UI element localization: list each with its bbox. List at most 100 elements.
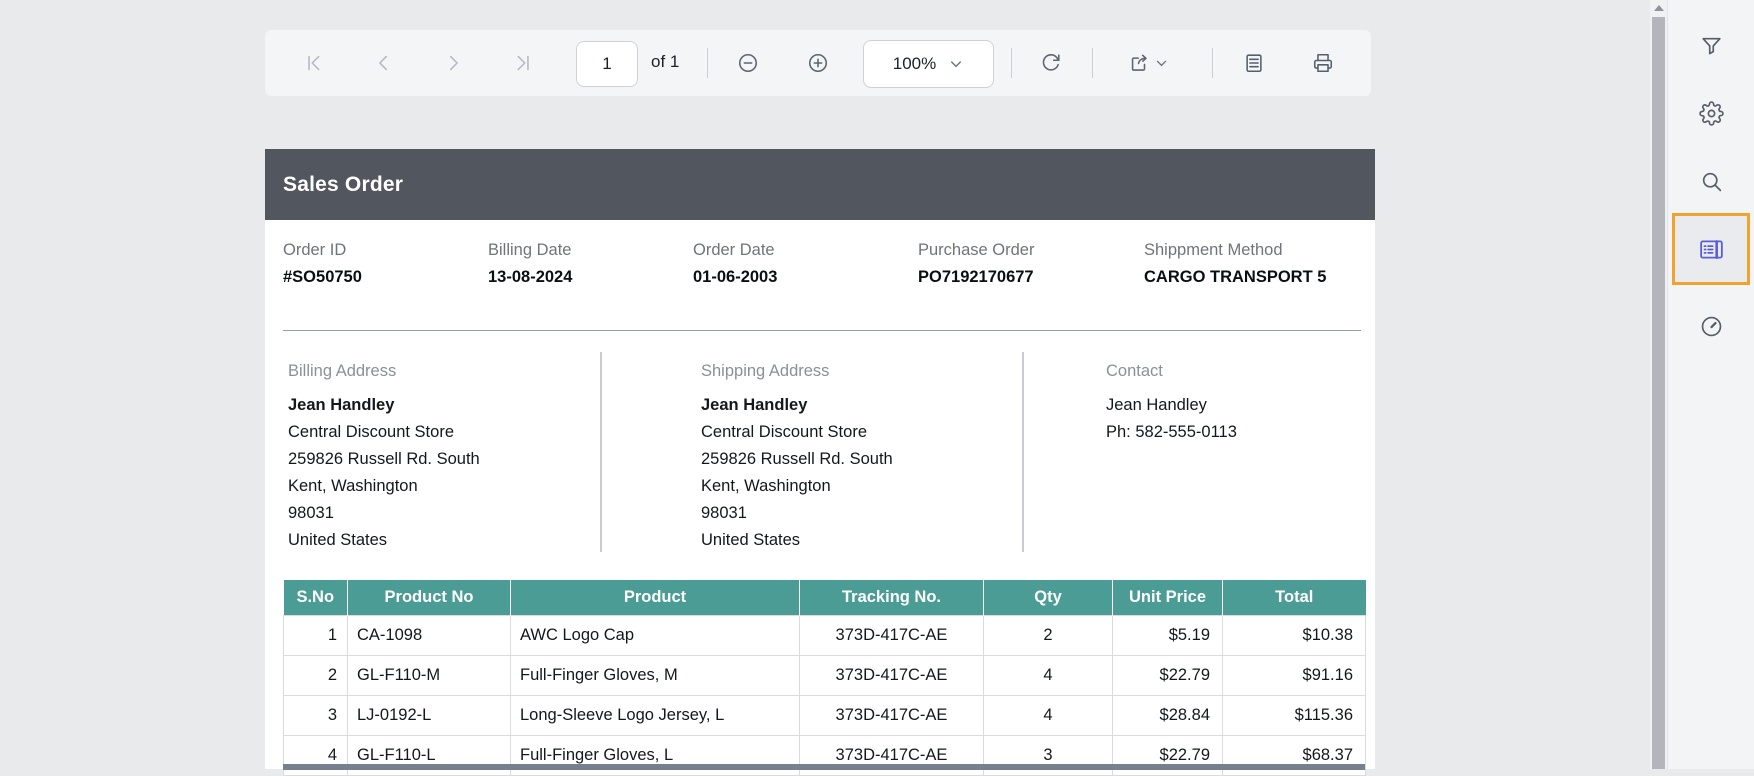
billing-address-line: 259826 Russell Rd. South: [288, 446, 480, 473]
purchase-order-value: PO7192170677: [918, 268, 1144, 287]
order-id-label: Order ID: [283, 241, 488, 260]
cell-qty: 4: [984, 696, 1113, 736]
billing-address-line: Central Discount Store: [288, 419, 480, 446]
contact-block: Contact Jean Handley Ph: 582-555-0113: [1106, 358, 1237, 446]
cell-tracking: 373D-417C-AE: [800, 616, 984, 656]
export-button[interactable]: [1128, 52, 1150, 74]
search-icon: [1699, 169, 1724, 194]
shipment-method-field: Shippment Method CARGO TRANSPORT 5: [1144, 241, 1326, 287]
page-number-input[interactable]: [576, 41, 638, 87]
toolbar-divider: [1092, 48, 1093, 78]
cell-product: Long-Sleeve Logo Jersey, L: [511, 696, 800, 736]
refresh-button[interactable]: [1040, 52, 1062, 74]
cell-product-no: LJ-0192-L: [348, 696, 511, 736]
col-header-unit-price: Unit Price: [1113, 580, 1223, 616]
cell-total: $115.36: [1223, 696, 1366, 736]
col-header-tracking: Tracking No.: [800, 580, 984, 616]
cell-unit-price: $5.19: [1113, 616, 1223, 656]
report-title: Sales Order: [283, 173, 403, 197]
address-divider: [1022, 352, 1024, 552]
print-button[interactable]: [1312, 52, 1334, 74]
zoom-out-icon: [737, 52, 759, 74]
billing-address-block: Billing Address Jean Handley Central Dis…: [288, 358, 480, 554]
scroll-up-button[interactable]: [1650, 0, 1667, 16]
cell-product-no: GL-F110-M: [348, 656, 511, 696]
cell-tracking: 373D-417C-AE: [800, 696, 984, 736]
toolbar-divider: [1212, 48, 1213, 78]
gear-icon: [1699, 101, 1724, 126]
order-info-row: Order ID #SO50750 Billing Date 13-08-202…: [283, 241, 1326, 287]
contact-name: Jean Handley: [1106, 392, 1237, 419]
section-divider: [283, 330, 1361, 331]
sidebar-item-settings[interactable]: [1668, 101, 1754, 126]
sidebar-item-search[interactable]: [1668, 169, 1754, 194]
sidebar-item-parameters-active[interactable]: [1672, 213, 1750, 285]
shipping-address-block: Shipping Address Jean Handley Central Di…: [701, 358, 893, 554]
first-page-button[interactable]: [304, 52, 326, 74]
zoom-in-icon: [807, 52, 829, 74]
right-sidebar: [1667, 0, 1754, 769]
billing-date-label: Billing Date: [488, 241, 693, 260]
previous-page-icon: [373, 52, 395, 74]
cell-unit-price: $22.79: [1113, 656, 1223, 696]
cell-tracking: 373D-417C-AE: [800, 656, 984, 696]
order-id-field: Order ID #SO50750: [283, 241, 488, 287]
purchase-order-field: Purchase Order PO7192170677: [918, 241, 1144, 287]
col-header-sno: S.No: [284, 580, 348, 616]
cell-product: AWC Logo Cap: [511, 616, 800, 656]
address-section: Billing Address Jean Handley Central Dis…: [265, 344, 1375, 564]
shipping-address-line: 259826 Russell Rd. South: [701, 446, 893, 473]
col-header-total: Total: [1223, 580, 1366, 616]
next-row-clipped: [283, 764, 1365, 770]
contact-phone: Ph: 582-555-0113: [1106, 419, 1237, 446]
next-page-button[interactable]: [442, 52, 464, 74]
parameters-panel-icon: [1698, 236, 1725, 263]
page-count-label: of 1: [651, 52, 679, 72]
cell-total: $10.38: [1223, 616, 1366, 656]
up-arrow-icon: [1654, 5, 1664, 11]
filter-icon: [1699, 34, 1724, 59]
line-items-table: S.No Product No Product Tracking No. Qty…: [283, 580, 1366, 776]
shipment-method-value: CARGO TRANSPORT 5: [1144, 268, 1326, 287]
billing-address-line: Kent, Washington: [288, 473, 480, 500]
billing-date-field: Billing Date 13-08-2024: [488, 241, 693, 287]
table-row: 1 CA-1098 AWC Logo Cap 373D-417C-AE 2 $5…: [284, 616, 1366, 656]
sidebar-item-filter[interactable]: [1668, 34, 1754, 59]
export-icon: [1128, 52, 1150, 74]
zoom-out-button[interactable]: [737, 52, 759, 74]
col-header-product: Product: [511, 580, 800, 616]
shipping-address-line: Kent, Washington: [701, 473, 893, 500]
page-setup-button[interactable]: [1243, 52, 1265, 74]
scrollbar-thumb[interactable]: [1652, 17, 1665, 769]
billing-address-label: Billing Address: [288, 358, 480, 385]
gauge-icon: [1699, 314, 1724, 339]
last-page-button[interactable]: [511, 52, 533, 74]
cell-unit-price: $28.84: [1113, 696, 1223, 736]
zoom-level-select[interactable]: 100%: [863, 40, 994, 88]
contact-label: Contact: [1106, 358, 1237, 385]
order-date-field: Order Date 01-06-2003: [693, 241, 918, 287]
cell-product-no: CA-1098: [348, 616, 511, 656]
zoom-in-button[interactable]: [807, 52, 829, 74]
address-divider: [600, 352, 602, 552]
report-page: Sales Order Order ID #SO50750 Billing Da…: [265, 149, 1375, 769]
shipping-address-line: United States: [701, 527, 893, 554]
toolbar-divider: [707, 48, 708, 78]
cell-qty: 2: [984, 616, 1113, 656]
chevron-down-icon: [948, 56, 964, 72]
report-toolbar: of 1 100%: [265, 30, 1371, 96]
shipping-address-label: Shipping Address: [701, 358, 893, 385]
billing-address-line: 98031: [288, 500, 480, 527]
shipping-address-line: Central Discount Store: [701, 419, 893, 446]
billing-address-name: Jean Handley: [288, 392, 480, 419]
toolbar-divider: [1011, 48, 1012, 78]
previous-page-button[interactable]: [373, 52, 395, 74]
cell-total: $91.16: [1223, 656, 1366, 696]
export-chevron-down-icon[interactable]: [1154, 56, 1169, 71]
table-row: 2 GL-F110-M Full-Finger Gloves, M 373D-4…: [284, 656, 1366, 696]
last-page-icon: [511, 52, 533, 74]
refresh-icon: [1040, 52, 1062, 74]
first-page-icon: [304, 52, 326, 74]
cell-qty: 4: [984, 656, 1113, 696]
sidebar-item-performance[interactable]: [1668, 314, 1754, 339]
